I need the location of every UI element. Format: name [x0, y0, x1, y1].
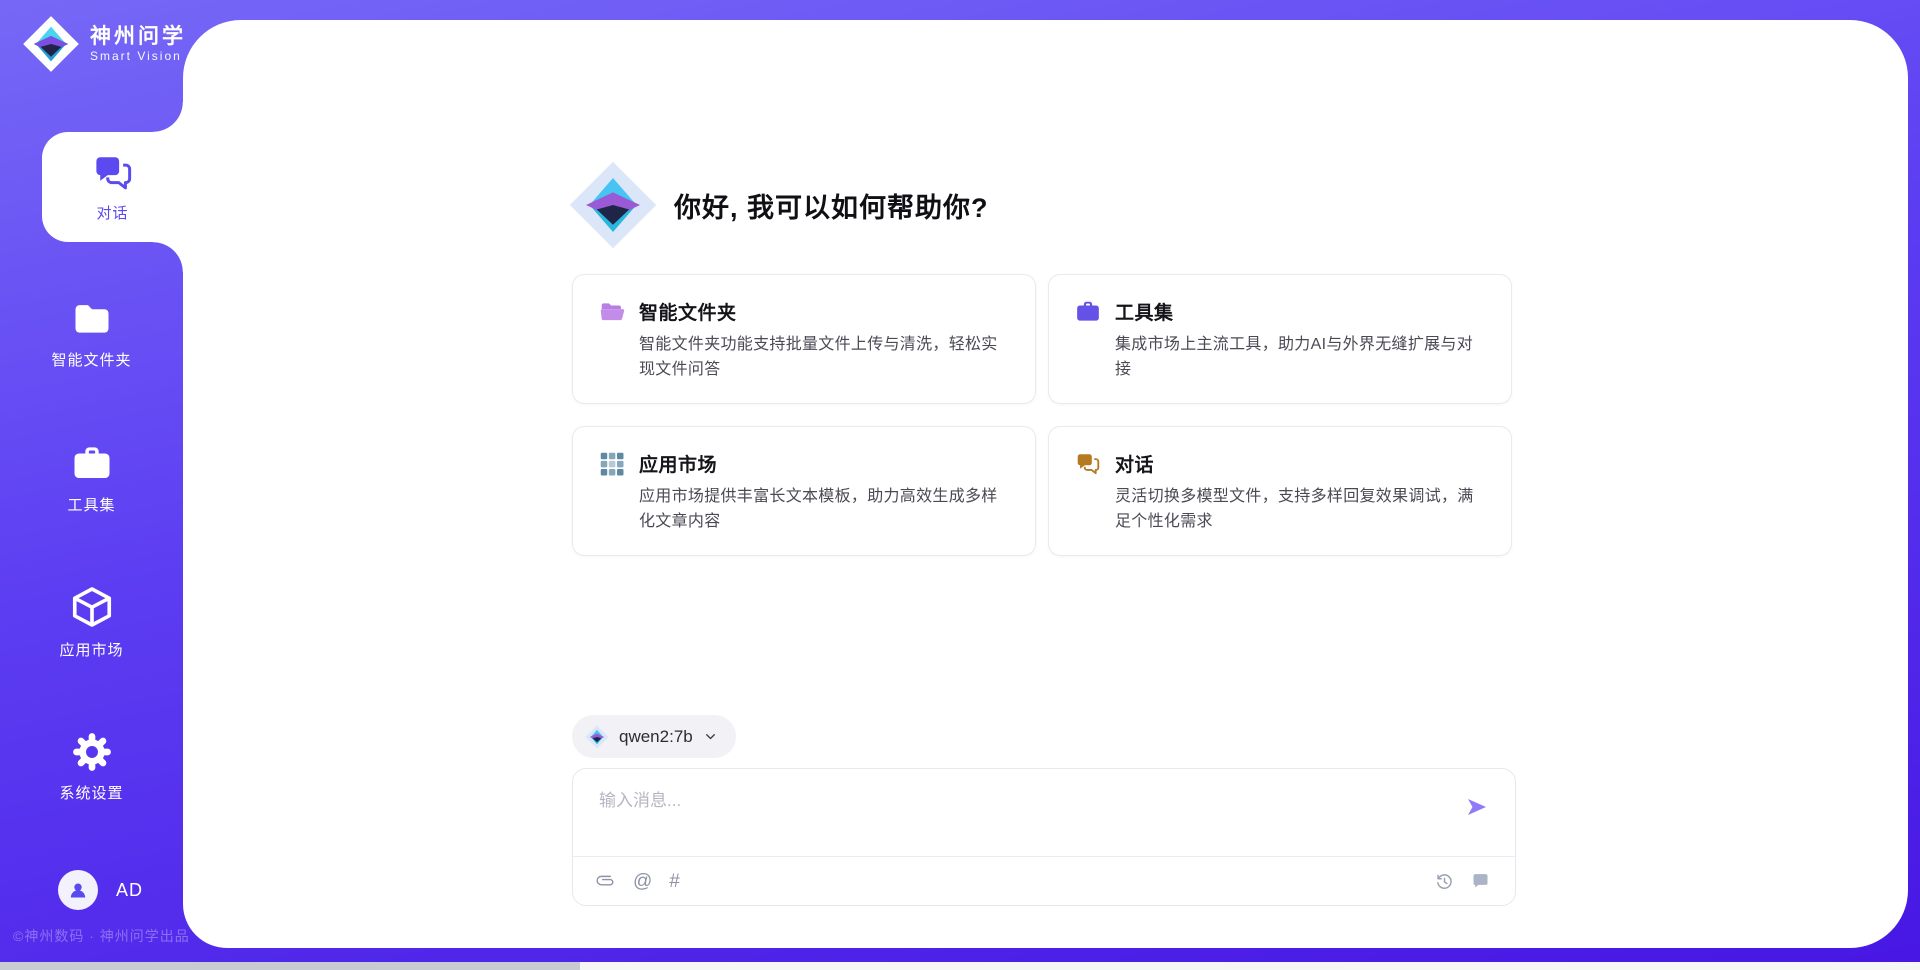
composer-toolbar: @ # [595, 857, 1491, 905]
app-name: 神州问学 [90, 25, 186, 48]
sidebar-item-label: 系统设置 [0, 782, 183, 803]
history-button[interactable] [1434, 871, 1455, 892]
person-icon [66, 878, 90, 902]
toolbox-icon [71, 443, 113, 485]
card-toolbox[interactable]: 工具集 集成市场上主流工具，助力AI与外界无缝扩展与对接 [1048, 274, 1512, 404]
horizontal-scrollbar-thumb[interactable] [0, 962, 580, 970]
chat-bubbles-icon [1075, 451, 1101, 477]
mention-button[interactable]: @ [633, 872, 652, 891]
user-label: AD [116, 880, 143, 901]
card-title: 工具集 [1115, 298, 1174, 325]
chat-bubbles-icon [92, 152, 134, 194]
sidebar-item-label: 工具集 [0, 494, 183, 515]
card-description: 智能文件夹功能支持批量文件上传与清洗，轻松实现文件问答 [639, 333, 1009, 383]
chevron-down-icon [703, 729, 718, 744]
sidebar-item-smart-folder[interactable]: 智能文件夹 [0, 296, 183, 370]
folder-icon [70, 296, 114, 340]
tab-fillet-bottom [153, 242, 183, 272]
grid-icon [599, 451, 625, 477]
sidebar-item-label: 应用市场 [0, 639, 183, 660]
feature-cards: 智能文件夹 智能文件夹功能支持批量文件上传与清洗，轻松实现文件问答 工具集 集成… [572, 274, 1512, 556]
message-composer: @ # [572, 768, 1516, 906]
card-title: 智能文件夹 [639, 298, 737, 325]
sidebar-item-chat[interactable]: 对话 [42, 132, 183, 242]
diamond-logo-icon [568, 160, 658, 250]
app-tagline: Smart Vision [90, 49, 186, 63]
sidebar-footer: ©神州数码 · 神州问学出品 [13, 926, 190, 946]
app-logo: 神州问学 Smart Vision [22, 15, 186, 73]
card-title: 对话 [1115, 450, 1154, 477]
folder-open-icon [599, 299, 625, 325]
sidebar-item-label: 对话 [96, 202, 128, 223]
cube-icon [69, 584, 115, 630]
card-description: 集成市场上主流工具，助力AI与外界无缝扩展与对接 [1115, 333, 1485, 383]
topic-button[interactable]: # [669, 872, 680, 891]
model-name: qwen2:7b [619, 727, 693, 747]
horizontal-scrollbar-track[interactable] [0, 962, 1920, 970]
sidebar-item-settings[interactable]: 系统设置 [0, 731, 183, 803]
card-description: 应用市场提供丰富长文本模板，助力高效生成多样化文章内容 [639, 485, 1009, 535]
tab-fillet-top [153, 102, 183, 132]
welcome-header: 你好, 我可以如何帮助你? [568, 160, 989, 250]
gear-icon [71, 731, 113, 773]
message-icon [1470, 871, 1491, 892]
diamond-logo-icon [22, 15, 80, 73]
card-chat[interactable]: 对话 灵活切换多模型文件，支持多样回复效果调试，满足个性化需求 [1048, 426, 1512, 556]
user-account[interactable]: AD [58, 870, 143, 910]
send-button[interactable] [1465, 795, 1489, 819]
hash-icon: # [669, 872, 680, 891]
message-input[interactable] [597, 785, 1441, 817]
card-app-market[interactable]: 应用市场 应用市场提供丰富长文本模板，助力高效生成多样化文章内容 [572, 426, 1036, 556]
sidebar-item-label: 智能文件夹 [0, 349, 183, 370]
card-smart-folder[interactable]: 智能文件夹 智能文件夹功能支持批量文件上传与清洗，轻松实现文件问答 [572, 274, 1036, 404]
attach-button[interactable] [595, 871, 616, 892]
card-description: 灵活切换多模型文件，支持多样回复效果调试，满足个性化需求 [1115, 485, 1485, 535]
new-chat-button[interactable] [1470, 871, 1491, 892]
history-icon [1434, 871, 1455, 892]
avatar [58, 870, 98, 910]
sidebar-item-toolbox[interactable]: 工具集 [0, 443, 183, 515]
send-icon [1465, 795, 1489, 819]
model-selector[interactable]: qwen2:7b [572, 715, 736, 758]
paperclip-icon [591, 866, 621, 896]
diamond-logo-icon [585, 725, 609, 749]
greeting-text: 你好, 我可以如何帮助你? [674, 186, 989, 225]
at-sign-icon: @ [633, 872, 652, 891]
card-title: 应用市场 [639, 450, 717, 477]
toolbox-icon [1075, 299, 1101, 325]
sidebar-item-app-market[interactable]: 应用市场 [0, 584, 183, 660]
